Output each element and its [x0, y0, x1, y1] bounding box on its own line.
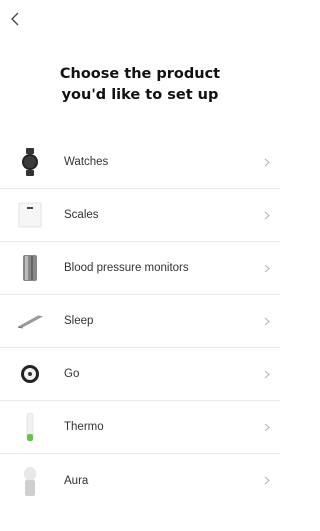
chevron-right-icon [262, 421, 272, 433]
product-item-sleep[interactable]: Sleep [0, 295, 280, 348]
chevron-right-icon [262, 209, 272, 221]
sleep-mat-icon [16, 306, 44, 336]
go-tracker-icon [16, 359, 44, 389]
chevron-left-icon [11, 12, 19, 26]
product-label: Scales [64, 209, 99, 221]
product-item-watches[interactable]: Watches [0, 136, 280, 189]
product-label: Sleep [64, 315, 94, 327]
chevron-right-icon [262, 315, 272, 327]
thermometer-icon [16, 412, 44, 442]
chevron-right-icon [262, 262, 272, 274]
page-title: Choose the product you'd like to set up [0, 64, 280, 106]
product-label: Go [64, 368, 80, 380]
product-label: Watches [64, 156, 109, 168]
back-button[interactable] [4, 8, 26, 30]
chevron-right-icon [262, 156, 272, 168]
product-item-thermo[interactable]: Thermo [0, 401, 280, 454]
blood-pressure-monitor-icon [16, 253, 44, 283]
chevron-right-icon [262, 368, 272, 380]
page-title-line-1: Choose the product [59, 66, 221, 82]
product-list: Watches Scales Blood pressure monitors S… [0, 136, 280, 507]
chevron-right-icon [262, 475, 272, 487]
product-item-blood-pressure-monitors[interactable]: Blood pressure monitors [0, 242, 280, 295]
product-item-scales[interactable]: Scales [0, 189, 280, 242]
aura-lamp-icon [16, 466, 44, 496]
product-label: Aura [64, 474, 89, 487]
product-item-aura[interactable]: Aura [0, 454, 280, 507]
product-label: Blood pressure monitors [64, 262, 189, 274]
page-title-line-2: you'd like to set up [61, 87, 219, 103]
product-item-go[interactable]: Go [0, 348, 280, 401]
product-label: Thermo [64, 421, 104, 433]
scale-icon [16, 200, 44, 230]
watch-icon [16, 147, 44, 177]
